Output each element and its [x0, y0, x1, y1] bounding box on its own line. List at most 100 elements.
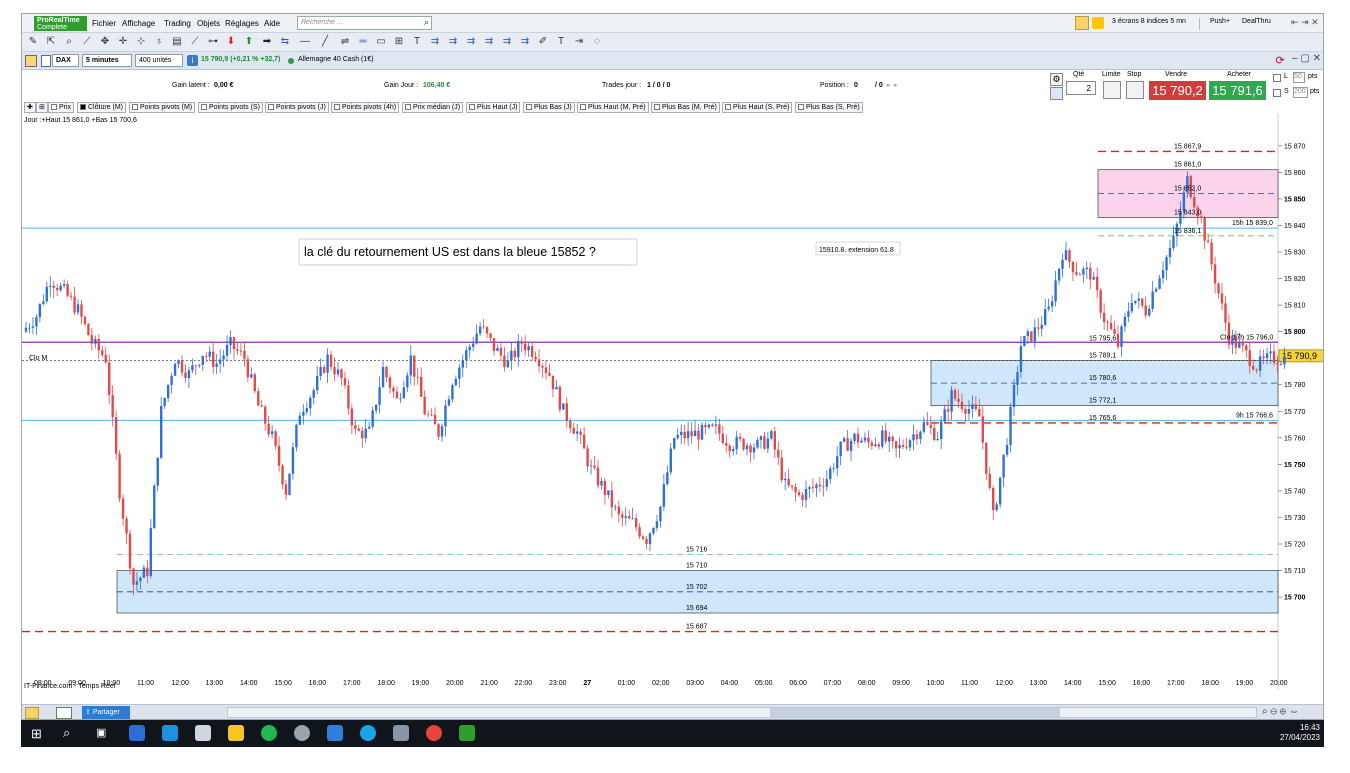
trash-icon[interactable]: ▤: [170, 35, 184, 49]
indicator-toggle[interactable]: Plus Haut (S, Pré): [722, 102, 793, 113]
cross-icon[interactable]: ⊹: [134, 35, 148, 49]
fib-time-icon[interactable]: ⇉: [464, 35, 478, 49]
indicator-settings-icon[interactable]: ⊞: [36, 102, 48, 113]
down-arrow-icon[interactable]: ⬇: [224, 35, 238, 49]
indicator-checkbox[interactable]: [405, 104, 411, 111]
timeframe-select[interactable]: 5 minutes: [82, 54, 132, 67]
search-icon[interactable]: ⌕: [424, 17, 429, 28]
andrew-icon[interactable]: ⇉: [500, 35, 514, 49]
qty-input[interactable]: 2: [1066, 81, 1096, 95]
indicator-toggle[interactable]: Plus Bas (J): [523, 102, 575, 113]
pencil-icon[interactable]: ✎: [26, 35, 40, 49]
crosshair-icon[interactable]: ✥: [98, 35, 112, 49]
indicator-toggle[interactable]: Points pivots (4h): [331, 102, 400, 113]
right-arrow-icon[interactable]: ➡: [260, 35, 274, 49]
menu-objets[interactable]: Objets: [197, 19, 220, 28]
indicator-toggle[interactable]: Prix: [48, 102, 75, 113]
fib-arc-icon[interactable]: ⇉: [446, 35, 460, 49]
indicator-checkbox[interactable]: [725, 104, 731, 111]
spotify-icon[interactable]: [261, 725, 277, 741]
indicator-checkbox[interactable]: [80, 104, 86, 111]
zoom-icon[interactable]: ⌕ ⊖ ⊕ ⇔: [1262, 706, 1299, 717]
indicator-checkbox[interactable]: [654, 104, 660, 111]
trendline-icon[interactable]: ⟋: [188, 35, 202, 49]
indicator-checkbox[interactable]: [51, 104, 57, 111]
mail-icon[interactable]: [327, 725, 343, 741]
push-button[interactable]: Push+: [1199, 18, 1230, 30]
indicator-checkbox[interactable]: [132, 104, 138, 111]
scrollbar-thumb[interactable]: [770, 708, 1060, 717]
diagonal-icon[interactable]: ╱: [318, 35, 332, 49]
menu-reglages[interactable]: Réglages: [225, 19, 259, 28]
indicator-toggle[interactable]: Plus Bas (S, Pré): [795, 102, 863, 113]
sell-button[interactable]: 15 790,2: [1149, 81, 1206, 100]
units-select[interactable]: 400 unités: [135, 54, 183, 67]
menu-trading[interactable]: Trading: [164, 19, 191, 28]
rectangle-icon[interactable]: ▭: [374, 35, 388, 49]
cursor-icon[interactable]: ⇱: [44, 35, 58, 49]
window-controls-icon[interactable]: ⇤ ⇥ ✕: [1291, 17, 1319, 28]
indicator-toggle[interactable]: Prix médian (J): [402, 102, 464, 113]
stop-order-button[interactable]: [1126, 81, 1144, 99]
indicator-checkbox[interactable]: [798, 104, 804, 111]
indicator-toggle[interactable]: Plus Haut (J): [466, 102, 521, 113]
ray-icon[interactable]: ⇥: [572, 35, 586, 49]
indicator-checkbox[interactable]: [469, 104, 475, 111]
fib-icon[interactable]: ⇌: [338, 35, 352, 49]
zoom-tool-icon[interactable]: ⌕: [62, 35, 76, 49]
up-arrow-icon[interactable]: ⬆: [242, 35, 256, 49]
sync-icon[interactable]: ⟳: [1273, 54, 1287, 68]
store-icon[interactable]: [162, 725, 178, 741]
regression-icon[interactable]: ⇉: [518, 35, 532, 49]
windows-start-icon[interactable]: ⊞: [31, 727, 44, 740]
panel-controls-icon[interactable]: – ▢ ✕: [1292, 53, 1321, 64]
menu-aide[interactable]: Aide: [264, 19, 280, 28]
calculator-icon[interactable]: [393, 725, 409, 741]
alert-icon[interactable]: [1092, 17, 1104, 29]
indicator-checkbox[interactable]: [201, 104, 207, 111]
indicator-toggle[interactable]: Points pivots (M): [129, 102, 196, 113]
buy-button[interactable]: 15 791,6: [1209, 81, 1266, 100]
ruler-icon[interactable]: ⟋: [80, 35, 94, 49]
draw-tool-icon[interactable]: [25, 707, 39, 719]
limit-checkbox[interactable]: [1273, 74, 1281, 82]
chart-type-icon[interactable]: [56, 707, 72, 719]
info-icon[interactable]: i: [187, 55, 198, 66]
search-taskbar-icon[interactable]: ⌕: [63, 725, 70, 741]
order-list-icon[interactable]: [1050, 87, 1063, 100]
indicator-toggle[interactable]: Plus Bas (M, Pré): [651, 102, 720, 113]
menu-fichier[interactable]: Fichier: [92, 19, 116, 28]
settings-app-icon[interactable]: [294, 725, 310, 741]
search-input[interactable]: Recherche ... ⌕: [297, 16, 432, 30]
move-icon[interactable]: ✛: [116, 35, 130, 49]
fib-fan-icon[interactable]: ⇉: [428, 35, 442, 49]
horizontal-scrollbar[interactable]: [227, 707, 1257, 718]
hband-icon[interactable]: ═: [356, 35, 370, 49]
indicator-checkbox[interactable]: [268, 104, 274, 111]
menu-affichage[interactable]: Affichage: [122, 19, 155, 28]
alarm-icon[interactable]: ♁: [152, 35, 166, 49]
limit-order-button[interactable]: [1103, 81, 1121, 99]
indicator-toggle[interactable]: Points pivots (J): [265, 102, 329, 113]
indicator-toggle[interactable]: Clôture (M): [77, 102, 127, 113]
file-explorer-icon[interactable]: [228, 725, 244, 741]
indicator-toggle[interactable]: Plus Haut (M, Pré): [577, 102, 649, 113]
indicator-checkbox[interactable]: [526, 104, 532, 111]
gann-icon[interactable]: ⇉: [482, 35, 496, 49]
hline-icon[interactable]: —: [298, 35, 312, 49]
indicator-checkbox[interactable]: [334, 104, 340, 111]
skype-icon[interactable]: [360, 725, 376, 741]
drive-icon[interactable]: [195, 725, 211, 741]
brush-icon[interactable]: ✐: [536, 35, 550, 49]
chrome-icon[interactable]: [426, 725, 442, 741]
position-detail-icon[interactable]: ⚬⚬: [885, 81, 898, 90]
cycle-icon[interactable]: ◌: [590, 35, 604, 49]
instrument-select[interactable]: DAX: [52, 54, 79, 67]
add-indicator-icon[interactable]: ✚: [24, 102, 36, 113]
text-icon[interactable]: T: [410, 35, 424, 49]
dealthru-button[interactable]: DealThru: [1232, 18, 1271, 25]
stop-points-input[interactable]: 200: [1293, 87, 1308, 98]
stop-checkbox[interactable]: [1273, 89, 1281, 97]
draw-icon[interactable]: [1075, 16, 1089, 30]
link-icon[interactable]: [25, 55, 37, 67]
